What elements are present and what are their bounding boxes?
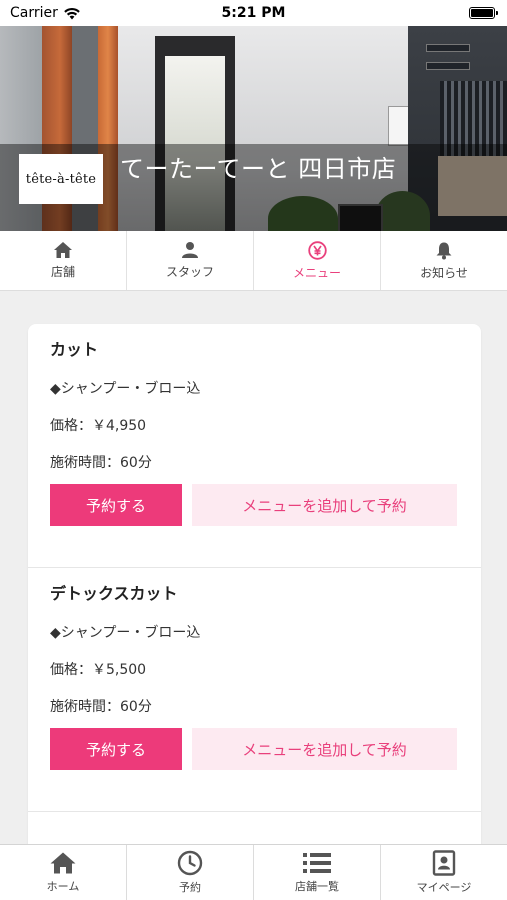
menu-item-duration: 施術時間：60分 (50, 699, 152, 715)
list-icon (303, 853, 331, 873)
reserve-button[interactable]: 予約する (50, 728, 182, 770)
add-menu-reserve-button[interactable]: メニューを追加して予約 (192, 484, 457, 526)
menu-item-description: ◆シャンプー・ブロー込 (50, 381, 201, 397)
menu-item-duration: 施術時間：60分 (50, 455, 152, 471)
menu-item-title: カット (50, 340, 99, 359)
profile-card-icon (432, 850, 456, 876)
tab-label: メニュー (292, 265, 341, 280)
tab-staff[interactable]: スタッフ (127, 231, 254, 290)
bottom-tab-shop-list[interactable]: 店舗一覧 (254, 845, 381, 900)
tab-label: スタッフ (165, 265, 214, 279)
person-icon (182, 242, 198, 258)
menu-item: カット ◆シャンプー・ブロー込 価格：￥4,950 施術時間：60分 予約する … (28, 324, 481, 568)
home-icon (50, 852, 76, 874)
menu-list-card: カット ◆シャンプー・ブロー込 価格：￥4,950 施術時間：60分 予約する … (28, 324, 481, 884)
tab-shop[interactable]: 店舗 (0, 231, 127, 290)
hero-bg-sign (426, 62, 470, 70)
shop-logo-text: tête-à-tête (25, 171, 97, 187)
bottom-tab-mypage[interactable]: マイページ (381, 845, 507, 900)
battery-icon (469, 7, 498, 19)
shop-logo: tête-à-tête (19, 154, 103, 204)
home-icon (54, 242, 72, 258)
bottom-tab-reserve[interactable]: 予約 (127, 845, 254, 900)
tab-news[interactable]: お知らせ (381, 231, 507, 290)
menu-item-description: ◆シャンプー・ブロー込 (50, 625, 201, 641)
bottom-tab-label: マイページ (416, 881, 472, 894)
yen-icon (307, 240, 327, 260)
shop-tab-nav: 店舗 スタッフ メニュー お知らせ (0, 231, 507, 291)
bottom-tab-home[interactable]: ホーム (0, 845, 127, 900)
hero-bg-sign (426, 44, 470, 52)
tab-label: 店舗 (50, 265, 75, 279)
menu-item-actions: 予約する メニューを追加して予約 (50, 728, 457, 770)
menu-item-price: 価格：￥5,500 (50, 662, 147, 678)
bottom-tab-label: 予約 (179, 881, 201, 894)
bottom-tab-label: ホーム (46, 880, 80, 893)
shop-hero-image: tête-à-tête てーたーてーと 四日市店 (0, 26, 507, 231)
clock-time: 5:21 PM (221, 5, 286, 21)
clock-icon (177, 850, 203, 876)
menu-item-title: デトックスカット (50, 584, 178, 603)
add-menu-reserve-button[interactable]: メニューを追加して予約 (192, 728, 457, 770)
reserve-button[interactable]: 予約する (50, 484, 182, 526)
shop-name: てーたーてーと 四日市店 (120, 155, 397, 183)
tab-menu[interactable]: メニュー (254, 231, 381, 290)
tab-label: お知らせ (420, 265, 468, 280)
status-bar: Carrier 5:21 PM (0, 0, 507, 26)
bottom-tab-bar: ホーム 予約 店舗一覧 マイページ (0, 844, 507, 900)
bell-icon (436, 242, 452, 259)
menu-item-price: 価格：￥4,950 (50, 418, 147, 434)
menu-item: デトックスカット ◆シャンプー・ブロー込 価格：￥5,500 施術時間：60分 … (28, 568, 481, 812)
bottom-tab-label: 店舗一覧 (295, 880, 339, 893)
menu-item-actions: 予約する メニューを追加して予約 (50, 484, 457, 526)
